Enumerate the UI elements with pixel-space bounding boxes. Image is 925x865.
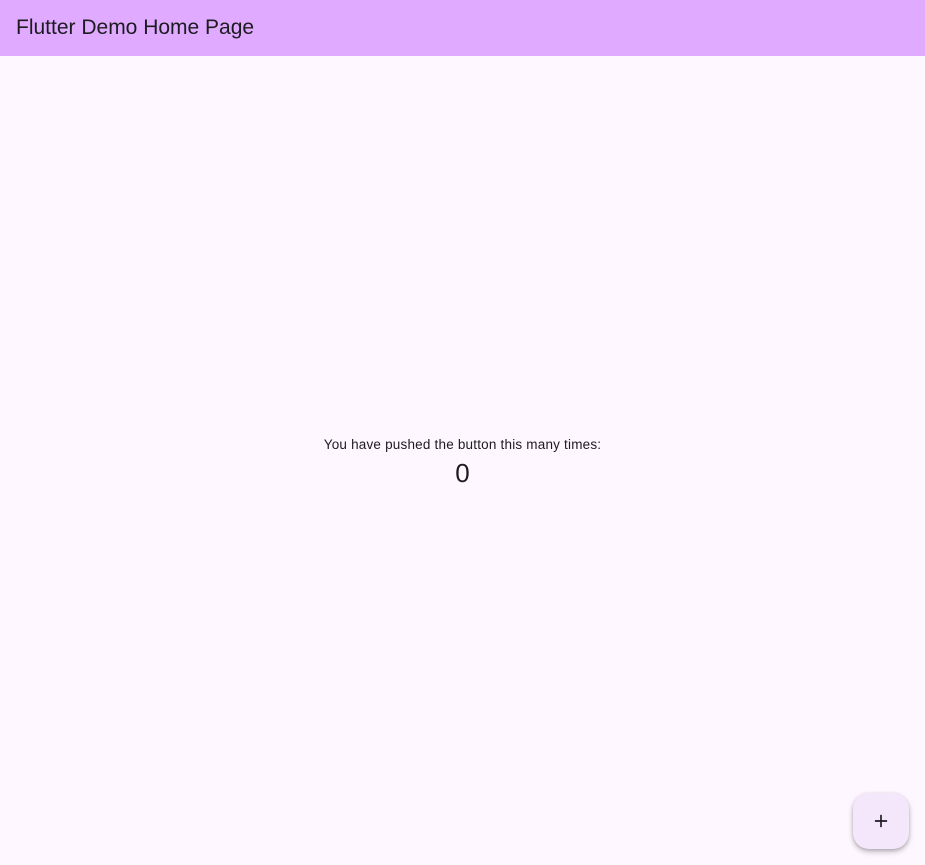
counter-label: You have pushed the button this many tim… <box>323 437 602 452</box>
increment-button[interactable] <box>853 793 909 849</box>
app-bar: Flutter Demo Home Page <box>0 0 925 56</box>
page-title: Flutter Demo Home Page <box>16 16 255 39</box>
counter-block: You have pushed the button this many tim… <box>0 437 925 487</box>
main-content: You have pushed the button this many tim… <box>0 56 925 865</box>
counter-value: 0 <box>455 458 470 488</box>
plus-icon <box>874 814 888 828</box>
